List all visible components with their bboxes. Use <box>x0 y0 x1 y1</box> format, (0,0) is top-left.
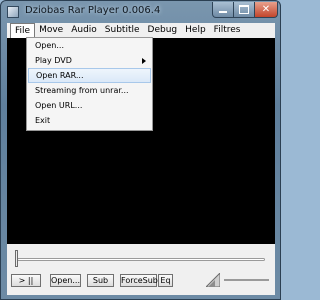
menu-debug[interactable]: Debug <box>144 23 182 38</box>
play-pause-button[interactable]: > || <box>11 274 41 287</box>
menu-item-streaming-unrar[interactable]: Streaming from unrar... <box>27 83 152 98</box>
menu-item-open-url[interactable]: Open URL... <box>27 98 152 113</box>
controls-panel: > || Open... Sub ForceSub. Eq <box>7 244 275 295</box>
minimize-button[interactable] <box>212 2 234 18</box>
force-sub-button[interactable]: ForceSub. <box>120 274 160 287</box>
menu-file[interactable]: File <box>10 23 36 38</box>
menu-filtres[interactable]: Filtres <box>210 23 245 38</box>
window-title: Dziobas Rar Player 0.006.4 <box>25 5 161 16</box>
app-window: Dziobas Rar Player 0.006.4 ✕ File Move A… <box>0 0 281 300</box>
menu-subtitle[interactable]: Subtitle <box>101 23 144 38</box>
seek-bar[interactable] <box>17 258 265 261</box>
open-button[interactable]: Open... <box>50 274 81 287</box>
maximize-button[interactable] <box>233 2 255 18</box>
menu-item-play-dvd[interactable]: Play DVD <box>27 53 152 68</box>
menu-help[interactable]: Help <box>181 23 210 38</box>
menu-move[interactable]: Move <box>35 23 67 38</box>
menu-item-open-rar[interactable]: Open RAR... <box>28 68 151 83</box>
minimize-icon <box>219 11 227 13</box>
menu-item-play-dvd-label: Play DVD <box>35 56 72 65</box>
file-menu-dropdown: Open... Play DVD Open RAR... Streaming f… <box>26 37 153 131</box>
submenu-arrow-icon <box>142 58 146 64</box>
app-icon[interactable] <box>7 6 19 18</box>
menu-item-exit[interactable]: Exit <box>27 113 152 128</box>
menu-audio[interactable]: Audio <box>67 23 101 38</box>
maximize-icon <box>239 5 249 14</box>
sub-button[interactable]: Sub <box>87 274 114 287</box>
title-bar[interactable]: Dziobas Rar Player 0.006.4 ✕ <box>1 1 280 23</box>
close-button[interactable]: ✕ <box>254 2 278 18</box>
volume-slider[interactable] <box>224 279 269 281</box>
close-icon: ✕ <box>261 4 271 15</box>
menu-item-open[interactable]: Open... <box>27 38 152 53</box>
seek-handle[interactable] <box>15 250 18 267</box>
volume-icon[interactable] <box>206 273 220 287</box>
eq-button[interactable]: Eq <box>158 274 173 287</box>
